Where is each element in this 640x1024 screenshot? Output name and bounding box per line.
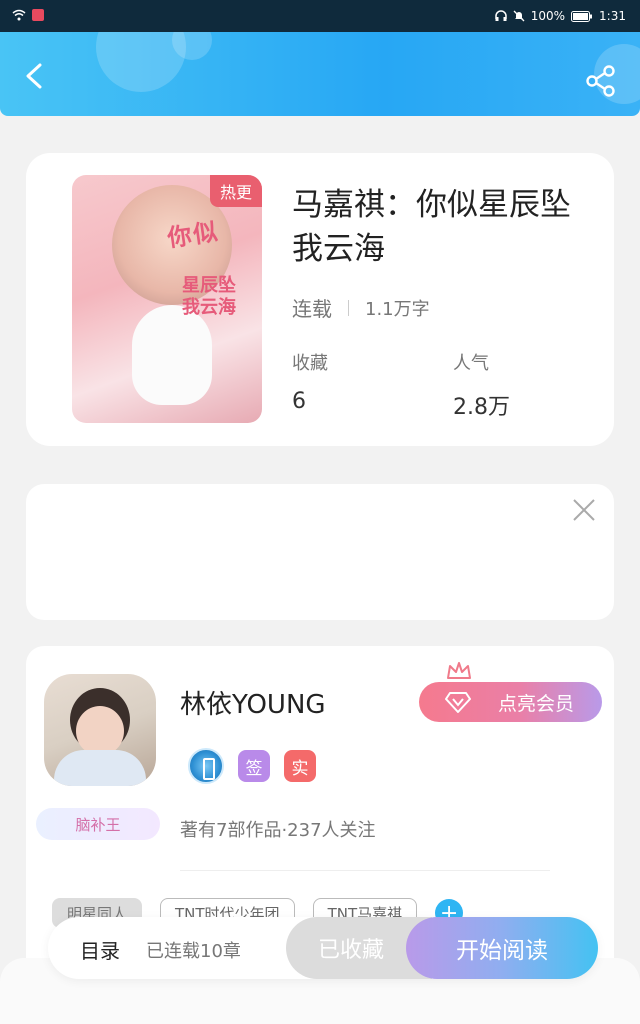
word-count: 1.1万字 xyxy=(365,298,430,320)
favorites-label: 收藏 xyxy=(292,353,328,374)
battery-percent: 100% xyxy=(530,9,566,23)
clock: 1:31 xyxy=(599,9,626,23)
title-tag: 脑补王 xyxy=(36,808,160,840)
start-reading-label: 开始阅读 xyxy=(456,938,548,964)
meta-divider xyxy=(348,299,349,316)
vip-button-label: 点亮会员 xyxy=(497,692,574,715)
header-bar xyxy=(0,32,640,116)
popularity-stat: 人气 2.8万 xyxy=(453,349,510,421)
notification-icon xyxy=(32,9,44,21)
author-avatar[interactable] xyxy=(44,674,156,786)
author-badges: 签 实 xyxy=(188,748,316,784)
battery-icon xyxy=(571,10,593,22)
chapter-count: 已连载10章 xyxy=(146,941,241,962)
favorited-label: 已收藏 xyxy=(317,938,384,963)
hot-update-badge: 热更 xyxy=(209,175,262,207)
mute-icon xyxy=(513,10,525,22)
divider xyxy=(180,870,550,871)
wifi-icon xyxy=(12,9,26,21)
close-icon[interactable] xyxy=(570,496,598,524)
avatar-face xyxy=(76,706,124,756)
book-meta: 连载 1.1万字 xyxy=(292,293,430,322)
popularity-value: 2.8万 xyxy=(453,395,510,420)
avatar-body xyxy=(54,750,146,786)
book-title: 马嘉祺：你似星辰坠我云海 xyxy=(292,187,571,267)
serial-status: 连载 xyxy=(292,297,332,321)
headphones-icon xyxy=(494,10,507,21)
author-name[interactable]: 林依YOUNG xyxy=(180,684,326,721)
cover-bunny xyxy=(132,305,212,405)
book-cover[interactable]: 你似 星辰坠我云海 热更 xyxy=(72,175,262,423)
cover-title-art-2: 星辰坠我云海 xyxy=(182,275,236,318)
crown-icon xyxy=(447,662,471,679)
popularity-label: 人气 xyxy=(453,353,489,374)
share-icon[interactable] xyxy=(584,64,618,98)
start-reading-button[interactable]: 开始阅读 xyxy=(406,917,598,979)
bottom-action-bar: 目录 已连载10章 已收藏 开始阅读 xyxy=(48,917,598,979)
activate-vip-button[interactable]: 点亮会员 xyxy=(419,682,602,722)
status-bar: 100% 1:31 xyxy=(0,0,640,32)
back-arrow-icon[interactable] xyxy=(22,62,46,90)
diamond-icon xyxy=(445,692,471,713)
toc-button[interactable]: 目录 xyxy=(80,935,120,964)
medal-icon[interactable] xyxy=(188,748,224,784)
signed-badge[interactable]: 签 xyxy=(238,750,270,782)
ad-banner xyxy=(26,484,614,620)
favorites-stat: 收藏 6 xyxy=(292,349,328,414)
author-works-info: 著有7部作品·237人关注 xyxy=(180,820,376,841)
cover-title-art: 你似 xyxy=(165,217,222,253)
verified-badge[interactable]: 实 xyxy=(284,750,316,782)
favorites-value: 6 xyxy=(292,389,306,414)
book-info-card: 你似 星辰坠我云海 热更 马嘉祺：你似星辰坠我云海 连载 1.1万字 收藏 6 … xyxy=(26,153,614,446)
